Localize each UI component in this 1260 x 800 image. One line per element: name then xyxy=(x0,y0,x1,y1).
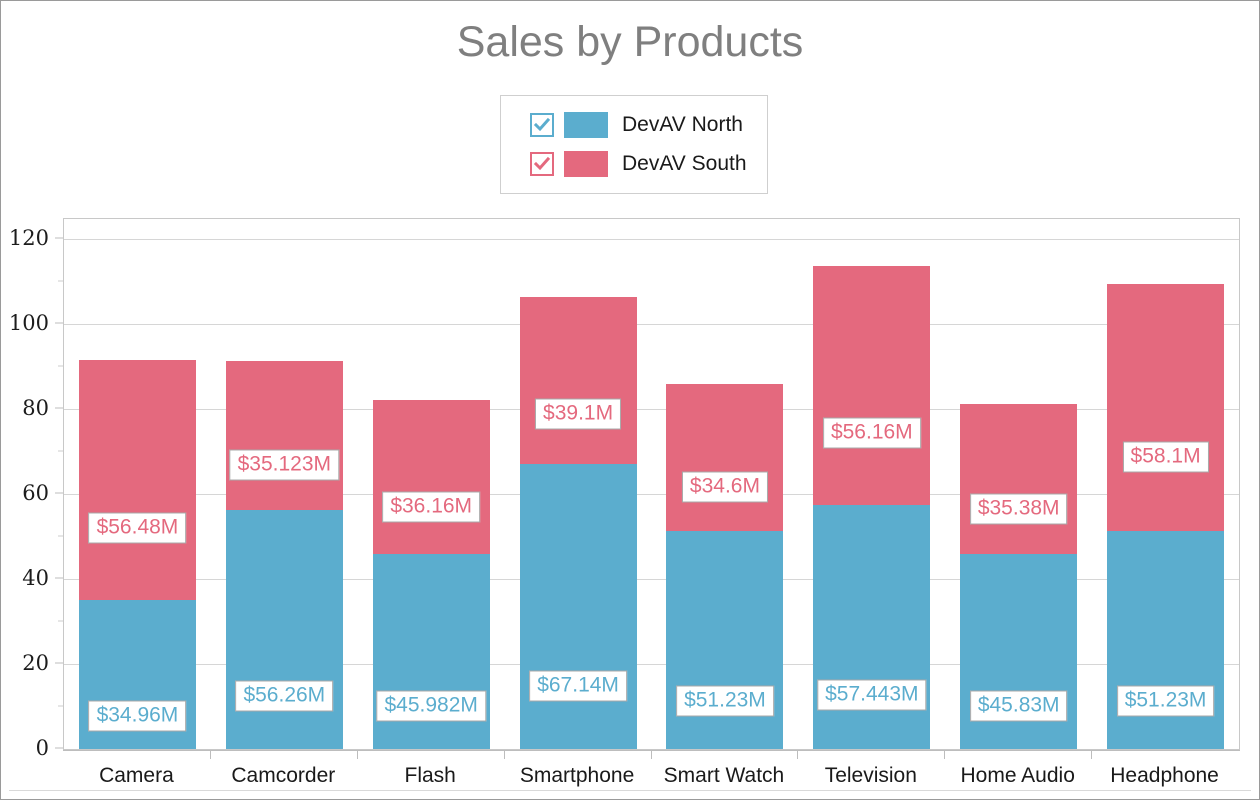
x-axis-tick-label: Television xyxy=(824,764,917,787)
bar-value-label-devav-south: $56.16M xyxy=(822,417,921,449)
bar-segment-devav-north[interactable] xyxy=(813,504,931,749)
y-axis-tick-mark xyxy=(55,322,63,324)
x-axis-tick-mark xyxy=(503,750,505,759)
bar-stack[interactable]: $34.96M $56.48M xyxy=(78,219,196,749)
x-axis-tick-label: Camera xyxy=(99,764,174,787)
bar-value-label-devav-north: $34.96M xyxy=(88,700,187,732)
x-axis-tick-label: Headphone xyxy=(1110,764,1219,787)
bar-value-label-devav-north: $51.23M xyxy=(676,685,774,717)
legend-label-devav-north: DevAV North xyxy=(622,113,743,136)
bar-value-label-devav-north: $45.83M xyxy=(969,690,1068,722)
x-axis-tick-label: Flash xyxy=(404,764,456,787)
x-axis-line xyxy=(63,750,1240,751)
y-axis-tick-mark xyxy=(55,237,63,239)
chart-title: Sales by Products xyxy=(456,18,804,66)
bar-segment-devav-south[interactable] xyxy=(78,360,196,601)
x-axis-tick-mark xyxy=(650,750,652,759)
bar-value-label-devav-south: $58.1M xyxy=(1122,441,1209,473)
legend-color-swatch-devav-north xyxy=(564,112,608,138)
bar-value-label-devav-north: $56.26M xyxy=(235,680,334,712)
bar-stack[interactable]: $57.443M $56.16M xyxy=(813,219,931,749)
y-axis-tick-mark xyxy=(55,747,63,749)
bar-value-label-devav-south: $34.6M xyxy=(681,471,768,503)
bar-value-label-devav-south: $39.1M xyxy=(535,398,622,430)
checkmark-icon xyxy=(533,156,551,171)
x-axis-tick-mark xyxy=(1091,750,1093,759)
y-axis-tick-label: 80 xyxy=(22,396,49,420)
legend-item-devav-south[interactable]: DevAV South xyxy=(530,146,767,182)
bar-segment-devav-south[interactable] xyxy=(519,297,637,464)
bar-segment-devav-north[interactable] xyxy=(519,463,637,749)
y-axis-tick-label: 100 xyxy=(8,311,49,335)
x-axis-tick-mark xyxy=(944,750,946,759)
bar-segment-devav-south[interactable] xyxy=(372,399,490,554)
bar-value-label-devav-north: $57.443M xyxy=(817,679,927,711)
y-axis-tick-mark xyxy=(55,407,63,409)
bar-stack[interactable]: $56.26M $35.123M xyxy=(225,219,343,749)
bar-stack[interactable]: $45.83M $35.38M xyxy=(960,219,1078,749)
bar-stack[interactable]: $51.23M $34.6M xyxy=(666,219,784,749)
x-axis-tick-label: Smart Watch xyxy=(663,764,785,787)
bar-stack[interactable]: $67.14M $39.1M xyxy=(519,219,637,749)
x-axis-tick-mark xyxy=(797,750,799,759)
bar-value-label-devav-south: $56.48M xyxy=(88,512,187,544)
legend-checkbox-devav-north[interactable] xyxy=(530,113,554,137)
legend-color-swatch-devav-south xyxy=(564,151,608,177)
y-axis-tick-mark xyxy=(55,577,63,579)
bar-stack[interactable]: $45.982M $36.16M xyxy=(372,219,490,749)
y-axis-tick-label: 60 xyxy=(22,481,49,505)
chart-container: Sales by Products DevAV North DevAV Sout… xyxy=(0,0,1260,800)
bar-value-label-devav-south: $36.16M xyxy=(382,491,481,523)
y-axis-tick-mark xyxy=(55,662,63,664)
x-axis-tick-label: Camcorder xyxy=(231,764,336,787)
bar-value-label-devav-south: $35.123M xyxy=(229,449,340,481)
bar-segment-devav-south[interactable] xyxy=(960,403,1078,555)
legend-checkbox-devav-south[interactable] xyxy=(530,152,554,176)
footer-divider xyxy=(9,790,1251,791)
plot-inner: $34.96M $56.48M $56.26M $35.123M $45.982M $36… xyxy=(64,219,1239,749)
y-axis-tick-label: 120 xyxy=(8,226,49,250)
y-axis-tick-label: 20 xyxy=(22,651,49,675)
checkmark-icon xyxy=(533,117,551,132)
bar-segment-devav-south[interactable] xyxy=(666,384,784,532)
x-axis-tick-label: Home Audio xyxy=(960,764,1075,787)
bar-segment-devav-south[interactable] xyxy=(813,266,931,505)
chart-legend[interactable]: DevAV North DevAV South xyxy=(500,95,768,194)
x-axis: Camera Camcorder Flash Smartphone Smart Watc… xyxy=(63,750,1240,800)
y-axis-tick-mark xyxy=(55,492,63,494)
bar-value-label-devav-south: $35.38M xyxy=(969,493,1068,525)
bar-value-label-devav-north: $67.14M xyxy=(529,670,627,702)
y-axis-tick-label: 0 xyxy=(35,736,49,760)
bar-value-label-devav-north: $51.23M xyxy=(1116,685,1215,717)
bar-value-label-devav-north: $45.982M xyxy=(376,690,486,722)
x-axis-tick-label: Smartphone xyxy=(519,764,635,787)
y-axis-tick-label: 40 xyxy=(22,566,49,590)
x-axis-tick-mark xyxy=(356,750,358,759)
legend-item-devav-north[interactable]: DevAV North xyxy=(530,107,767,143)
legend-label-devav-south: DevAV South xyxy=(622,152,747,175)
y-axis: 0 20 40 60 80 100 120 xyxy=(1,218,63,760)
plot-area: $34.96M $56.48M $56.26M $35.123M $45.982M $36… xyxy=(63,218,1240,750)
bar-segment-devav-north[interactable] xyxy=(225,509,343,749)
bar-segment-devav-south[interactable] xyxy=(1107,284,1225,532)
bar-stack[interactable]: $51.23M $58.1M xyxy=(1107,219,1225,749)
x-axis-tick-mark xyxy=(209,750,211,759)
bar-segment-devav-south[interactable] xyxy=(225,360,343,510)
